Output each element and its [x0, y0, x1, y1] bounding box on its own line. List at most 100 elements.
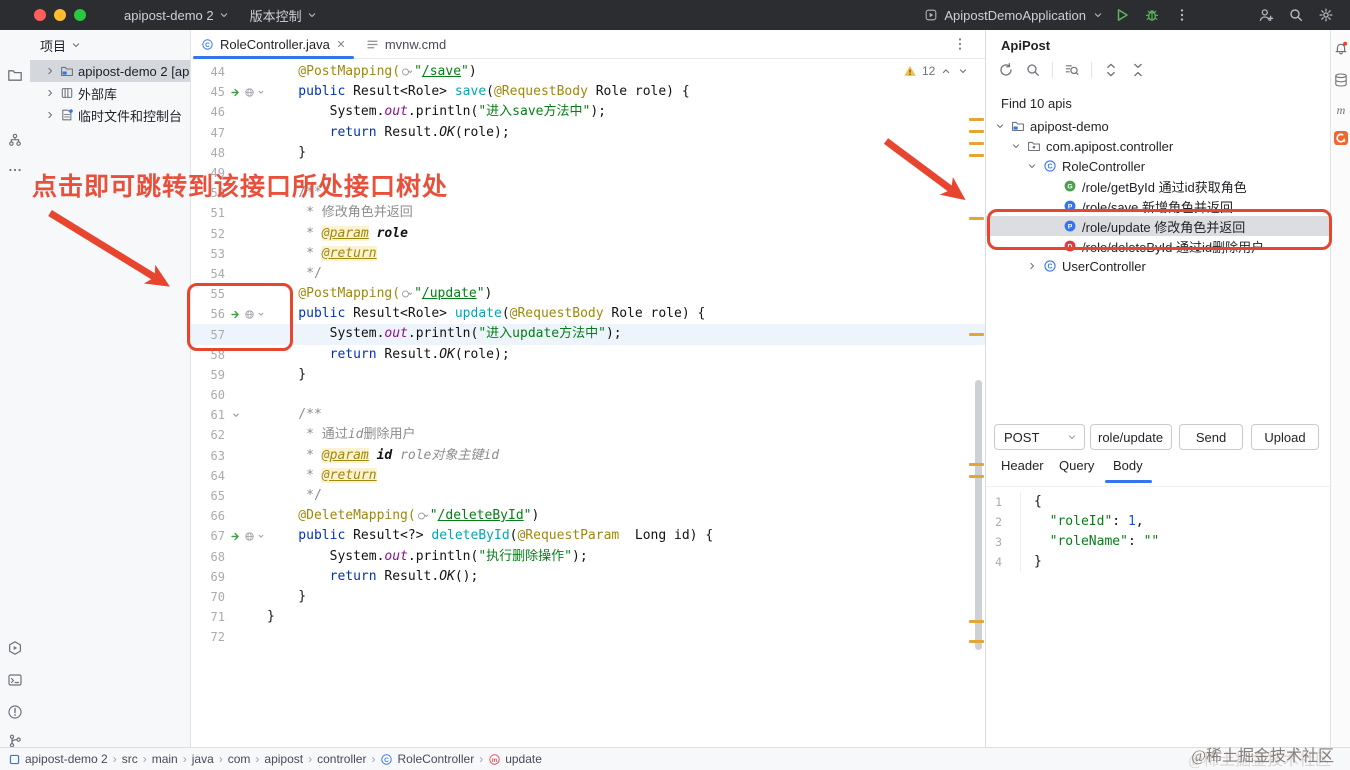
- code-line-68[interactable]: 68 System.out.println("执行删除操作");: [191, 547, 986, 567]
- tab-rolecontroller-java[interactable]: C RoleController.java: [191, 30, 356, 59]
- code-line-52[interactable]: 52 * @param role: [191, 224, 986, 244]
- tab-mvnw-cmd[interactable]: mvnw.cmd: [356, 30, 456, 58]
- api-tree-item[interactable]: apipost-demo: [986, 116, 1331, 136]
- project-item-label: 临时文件和控制台: [78, 108, 183, 124]
- close-icon[interactable]: [336, 39, 346, 49]
- api-tree-item[interactable]: C RoleController: [986, 156, 1331, 176]
- tab-body[interactable]: Body: [1113, 458, 1143, 473]
- upload-button[interactable]: Upload: [1251, 424, 1319, 450]
- tab-query[interactable]: Query: [1059, 458, 1094, 473]
- close-window-icon[interactable]: [34, 9, 46, 21]
- code-line-70[interactable]: 70 }: [191, 587, 986, 607]
- problems-tool-icon[interactable]: [7, 704, 23, 720]
- api-tree-item[interactable]: P/role/save 新增角色并返回: [986, 196, 1331, 216]
- project-switcher[interactable]: apipost-demo 2: [114, 0, 240, 30]
- request-body-editor[interactable]: 1{2 "roleId": 1, 3 "roleName": "" 4}: [986, 486, 1331, 747]
- api-tree-item[interactable]: com.apipost.controller: [986, 136, 1331, 156]
- code-line-64[interactable]: 64 * @return: [191, 466, 986, 486]
- code-line-57[interactable]: 57 System.out.println("进入update方法中");: [191, 324, 986, 345]
- run-button-icon[interactable]: [1114, 7, 1130, 23]
- api-tree-item[interactable]: G/role/getById 通过id获取角色: [986, 176, 1331, 196]
- code-line-44[interactable]: 44 @PostMapping("/save"): [191, 62, 986, 82]
- gutter[interactable]: [228, 409, 267, 421]
- more-actions-icon[interactable]: [1174, 7, 1190, 23]
- refresh-icon[interactable]: [998, 62, 1014, 78]
- code-line-45[interactable]: 45 public Result<Role> save(@RequestBody…: [191, 82, 986, 102]
- code-line-58[interactable]: 58 return Result.OK(role);: [191, 345, 986, 365]
- gutter[interactable]: [228, 308, 267, 321]
- database-tool-icon[interactable]: [1333, 72, 1349, 88]
- project-tree-item[interactable]: 外部库: [30, 82, 190, 104]
- breadcrumb-item[interactable]: apipost: [264, 752, 303, 766]
- body-line-4[interactable]: 4}: [986, 552, 1331, 572]
- code-line-55[interactable]: 55 @PostMapping("/update"): [191, 284, 986, 304]
- project-tree-item[interactable]: 临时文件和控制台: [30, 104, 190, 126]
- code-line-66[interactable]: 66 @DeleteMapping("/deleteById"): [191, 506, 986, 526]
- editor-scrollbar[interactable]: [975, 380, 982, 650]
- breadcrumb-item[interactable]: main: [152, 752, 178, 766]
- project-tree-item[interactable]: apipost-demo 2 [ap: [30, 60, 190, 82]
- breadcrumb-label: main: [151, 752, 178, 766]
- breadcrumb-item[interactable]: C RoleController: [380, 752, 474, 766]
- maximize-window-icon[interactable]: [74, 9, 86, 21]
- breadcrumb-item[interactable]: com: [228, 752, 251, 766]
- code-with-me-icon[interactable]: [1258, 7, 1274, 23]
- locate-in-tree-icon[interactable]: [1064, 62, 1080, 78]
- project-tool-icon[interactable]: [7, 67, 23, 83]
- code-line-69[interactable]: 69 return Result.OK();: [191, 567, 986, 587]
- services-tool-icon[interactable]: [7, 640, 23, 656]
- breadcrumb-item[interactable]: controller: [317, 752, 366, 766]
- code-line-72[interactable]: 72: [191, 627, 986, 647]
- project-panel-header[interactable]: 项目: [30, 30, 190, 60]
- collapse-all-icon[interactable]: [1130, 62, 1146, 78]
- code-line-61[interactable]: 61 /**: [191, 405, 986, 425]
- code-line-53[interactable]: 53 * @return: [191, 244, 986, 264]
- gutter[interactable]: [228, 530, 267, 543]
- code-line-51[interactable]: 51 * 修改角色并返回: [191, 203, 986, 223]
- tab-options-icon[interactable]: [952, 36, 968, 52]
- api-tree-item[interactable]: P/role/update 修改角色并返回: [986, 216, 1331, 236]
- code-line-46[interactable]: 46 System.out.println("进入save方法中");: [191, 102, 986, 122]
- settings-gear-icon[interactable]: [1318, 7, 1334, 23]
- apipost-logo-icon[interactable]: [1333, 130, 1349, 146]
- terminal-tool-icon[interactable]: [7, 672, 23, 688]
- tab-header[interactable]: Header: [1001, 458, 1044, 473]
- gutter[interactable]: [228, 86, 267, 99]
- body-line-3[interactable]: 3 "roleName": "": [986, 532, 1331, 552]
- code-line-67[interactable]: 67 public Result<?> deleteById(@RequestP…: [191, 526, 986, 546]
- minimize-window-icon[interactable]: [54, 9, 66, 21]
- code-line-71[interactable]: 71}: [191, 607, 986, 627]
- maven-tool-icon[interactable]: m: [1333, 102, 1349, 118]
- code-line-47[interactable]: 47 return Result.OK(role);: [191, 123, 986, 143]
- body-line-2[interactable]: 2 "roleId": 1,: [986, 512, 1331, 532]
- code-line-63[interactable]: 63 * @param id role对象主键id: [191, 446, 986, 466]
- search-everywhere-icon[interactable]: [1288, 7, 1304, 23]
- vcs-menu[interactable]: 版本控制: [240, 0, 328, 30]
- breadcrumb-item[interactable]: java: [192, 752, 214, 766]
- code-line-48[interactable]: 48 }: [191, 143, 986, 163]
- chevron-down-icon: [70, 39, 82, 51]
- send-button[interactable]: Send: [1179, 424, 1243, 450]
- window-controls[interactable]: [0, 9, 114, 21]
- run-configuration[interactable]: ApipostDemoApplication: [924, 8, 1104, 23]
- body-line-1[interactable]: 1{: [986, 492, 1331, 512]
- api-tree-item[interactable]: C UserController: [986, 256, 1331, 276]
- breadcrumb-item[interactable]: src: [122, 752, 138, 766]
- debug-button-icon[interactable]: [1144, 7, 1160, 23]
- expand-all-icon[interactable]: [1103, 62, 1119, 78]
- breadcrumb-item[interactable]: m update: [488, 752, 542, 766]
- breadcrumb-item[interactable]: apipost-demo 2: [8, 752, 108, 766]
- code-line-62[interactable]: 62 * 通过id删除用户: [191, 425, 986, 445]
- code-line-65[interactable]: 65 */: [191, 486, 986, 506]
- notifications-bell-icon[interactable]: [1333, 40, 1349, 56]
- api-tree-item[interactable]: D/role/deleteById 通过id删除用户: [986, 236, 1331, 256]
- code-line-59[interactable]: 59 }: [191, 365, 986, 385]
- code-line-54[interactable]: 54 */: [191, 264, 986, 284]
- structure-tool-icon[interactable]: [7, 132, 23, 148]
- more-tools-icon[interactable]: [7, 162, 23, 178]
- search-icon[interactable]: [1025, 62, 1041, 78]
- code-line-56[interactable]: 56 public Result<Role> update(@RequestBo…: [191, 304, 986, 324]
- url-input[interactable]: [1090, 424, 1172, 450]
- method-select[interactable]: POST: [994, 424, 1085, 450]
- code-line-60[interactable]: 60: [191, 385, 986, 405]
